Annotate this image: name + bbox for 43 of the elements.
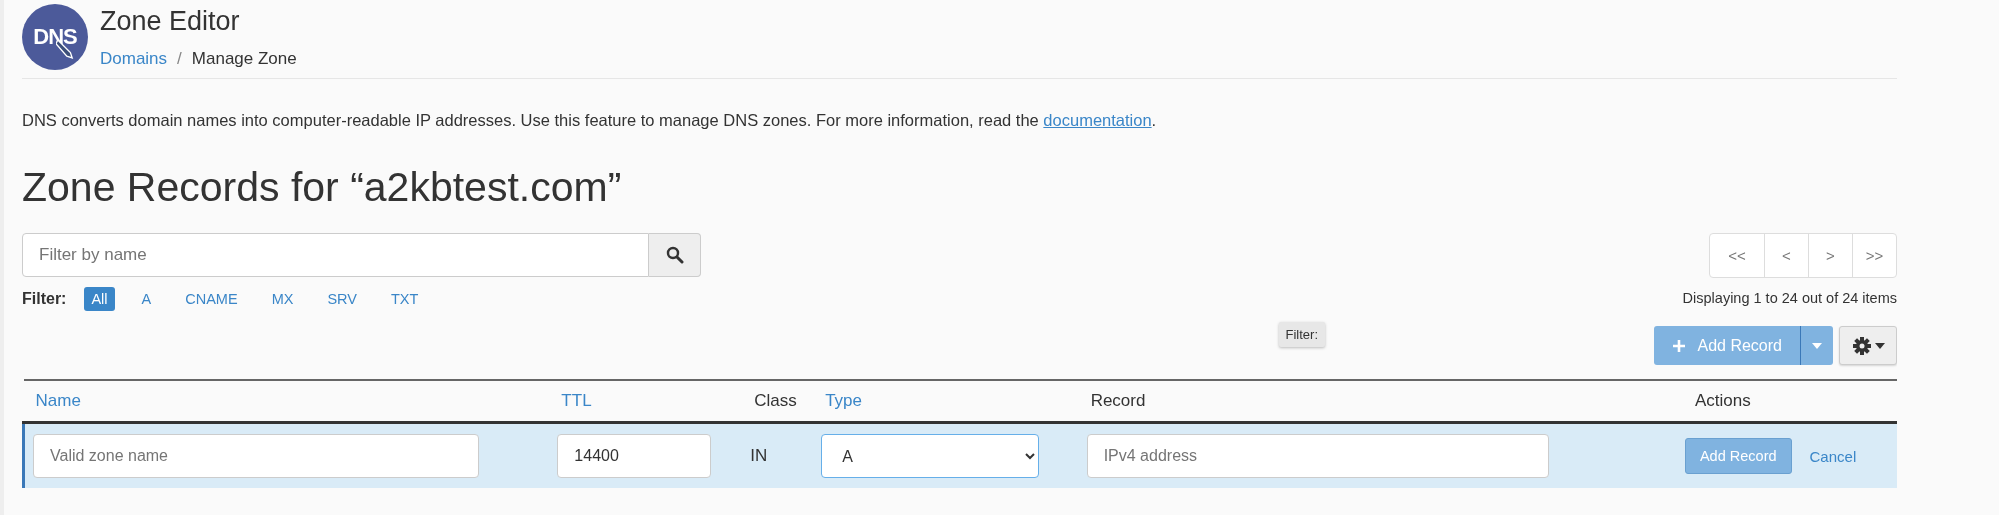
column-header: Class (754, 391, 797, 410)
search-field[interactable]: Filter by name (22, 233, 649, 277)
cancel-link[interactable]: Cancel (1809, 447, 1857, 465)
documentation-link[interactable]: documentation (1043, 111, 1152, 129)
record-field[interactable]: IPv4 address (1086, 434, 1549, 478)
add-record-button[interactable]: Add Record (1653, 326, 1800, 365)
pagination-summary: Displaying 1 to 24 out of 24 items (1682, 290, 1897, 306)
settings-button[interactable] (1839, 326, 1897, 365)
filter-type-tab[interactable]: All (84, 287, 115, 311)
caret-icon (1874, 342, 1885, 349)
save-record-button[interactable]: Add Record (1684, 438, 1792, 474)
class-cell: IN (750, 446, 768, 465)
page-title: Zone Editor (100, 6, 241, 37)
column-header: Actions (1694, 391, 1751, 410)
filter-type-tab[interactable]: SRV (320, 287, 364, 311)
breadcrumb-current: Manage Zone (191, 49, 297, 69)
column-header: Record (1090, 391, 1146, 410)
filter-type-tab[interactable]: CNAME (178, 287, 245, 311)
sortable-column-header[interactable]: TTL (561, 391, 592, 410)
dns-logo: DNS (22, 4, 88, 70)
dropdown-toggle[interactable] (1800, 326, 1833, 365)
breadcrumb-separator: / (177, 49, 182, 69)
plus-icon (1671, 338, 1686, 353)
pagination-button[interactable]: < (1764, 234, 1808, 277)
zone-records-heading: Zone Records for “a2kbtest.com” (22, 164, 623, 211)
filter-label: Filter: (22, 290, 67, 308)
search-button[interactable] (649, 233, 701, 277)
breadcrumb-link[interactable]: Domains (100, 49, 168, 69)
search-icon (665, 246, 684, 264)
caret-icon (1812, 342, 1822, 349)
ttl-field[interactable]: 14400 (557, 434, 712, 478)
sortable-column-header[interactable]: Name (35, 391, 81, 410)
description-text: DNS converts domain names into computer-readable IP addresses. Use this feature to manage DNS zones. For more information, read the documentation. (22, 111, 1158, 130)
filter-type-tab[interactable]: A (134, 287, 159, 311)
name-field[interactable]: Valid zone name (33, 434, 479, 478)
sortable-column-header[interactable]: Type (825, 391, 862, 410)
pagination-button[interactable]: << (1710, 234, 1764, 277)
pagination-button[interactable]: >> (1852, 234, 1896, 277)
tooltip: Filter: (1278, 322, 1325, 347)
pagination-button[interactable]: > (1808, 234, 1852, 277)
filter-type-tab[interactable]: TXT (383, 287, 426, 311)
type-select[interactable]: A (821, 434, 1040, 478)
filter-type-tab[interactable]: MX (264, 287, 301, 311)
